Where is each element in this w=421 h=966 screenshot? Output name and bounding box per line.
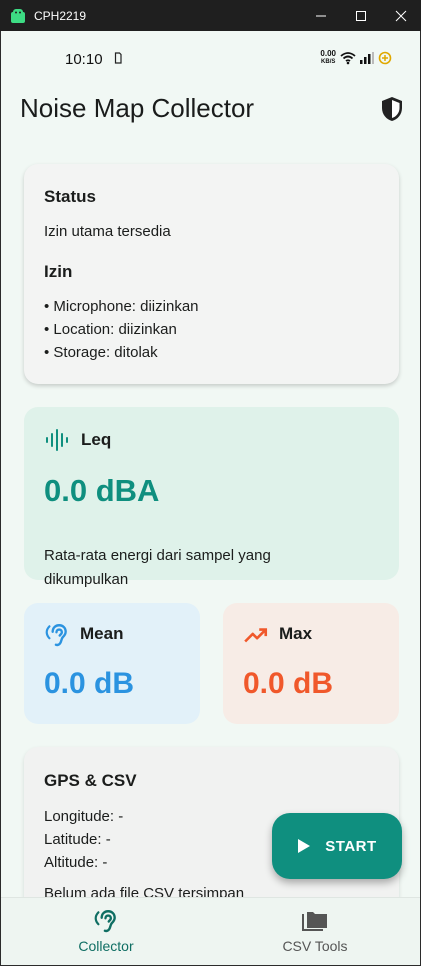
net-speed-unit: KB/S bbox=[321, 59, 336, 65]
permission-location: • Location: diizinkan bbox=[44, 321, 177, 338]
net-speed-indicator: 0.00 KB/S bbox=[320, 50, 336, 66]
latitude-text: Latitude: - bbox=[44, 831, 111, 848]
nav-item-csv-tools[interactable]: CSV Tools bbox=[210, 898, 420, 965]
leq-description-line1: Rata-rata energi dari sampel yang bbox=[44, 547, 271, 564]
permissions-title: Izin bbox=[44, 262, 73, 281]
mean-title: Mean bbox=[80, 624, 124, 643]
mean-card: Mean 0.0 dB bbox=[24, 603, 200, 724]
altitude-text: Altitude: - bbox=[44, 854, 108, 871]
android-status-bar: 10:10 0.00 KB/S bbox=[1, 31, 420, 87]
status-card: Status Izin utama tersedia Izin • Microp… bbox=[24, 164, 399, 384]
nav-label-collector: Collector bbox=[78, 938, 134, 954]
permission-storage: • Storage: ditolak bbox=[44, 344, 158, 361]
bottom-navigation: Collector CSV Tools bbox=[1, 897, 420, 965]
play-icon bbox=[298, 839, 311, 853]
hearing-icon bbox=[94, 910, 116, 933]
max-card: Max 0.0 dB bbox=[223, 603, 399, 724]
close-button[interactable] bbox=[381, 0, 421, 31]
status-card-title: Status bbox=[44, 187, 96, 206]
window-titlebar: CPH2219 bbox=[0, 0, 421, 31]
leq-title: Leq bbox=[81, 430, 112, 449]
maximize-icon bbox=[356, 10, 366, 21]
leq-card: Leq 0.0 dBA Rata-rata energi dari sampel… bbox=[24, 407, 399, 588]
net-speed-value: 0.00 bbox=[320, 49, 336, 58]
minimize-button[interactable] bbox=[301, 0, 341, 31]
signal-icon bbox=[360, 52, 374, 64]
max-title: Max bbox=[279, 624, 313, 643]
nav-label-csv-tools: CSV Tools bbox=[282, 938, 348, 954]
nav-item-collector[interactable]: Collector bbox=[1, 898, 211, 965]
window-title: CPH2219 bbox=[34, 8, 87, 23]
folder-icon bbox=[302, 912, 327, 931]
max-value: 0.0 dB bbox=[243, 667, 334, 700]
shield-icon[interactable] bbox=[380, 96, 404, 122]
mean-value: 0.0 dB bbox=[44, 667, 135, 700]
minimize-icon bbox=[316, 15, 326, 16]
permission-microphone: • Microphone: diizinkan bbox=[44, 298, 199, 315]
status-time: 10:10 bbox=[65, 51, 103, 68]
page-title: Noise Map Collector bbox=[20, 93, 255, 123]
start-button-label: START bbox=[325, 837, 377, 855]
wifi-icon bbox=[340, 52, 356, 65]
close-icon bbox=[395, 10, 407, 21]
status-message: Izin utama tersedia bbox=[44, 223, 171, 240]
android-app-icon bbox=[11, 8, 25, 23]
leq-description-line2: dikumpulkan bbox=[44, 571, 129, 588]
gps-card-title: GPS & CSV bbox=[44, 771, 137, 790]
maximize-button[interactable] bbox=[341, 0, 381, 31]
sim-card-icon bbox=[114, 52, 122, 64]
phone-screen: 10:10 0.00 KB/S Noise Map Collector Stat… bbox=[1, 31, 420, 965]
trending-up-icon bbox=[244, 628, 268, 643]
hearing-icon bbox=[45, 624, 67, 647]
longitude-text: Longitude: - bbox=[44, 808, 124, 825]
start-button[interactable]: START bbox=[272, 813, 402, 879]
graphic-eq-icon bbox=[46, 429, 68, 451]
battery-saver-icon bbox=[378, 51, 392, 65]
leq-value: 0.0 dBA bbox=[44, 473, 160, 508]
